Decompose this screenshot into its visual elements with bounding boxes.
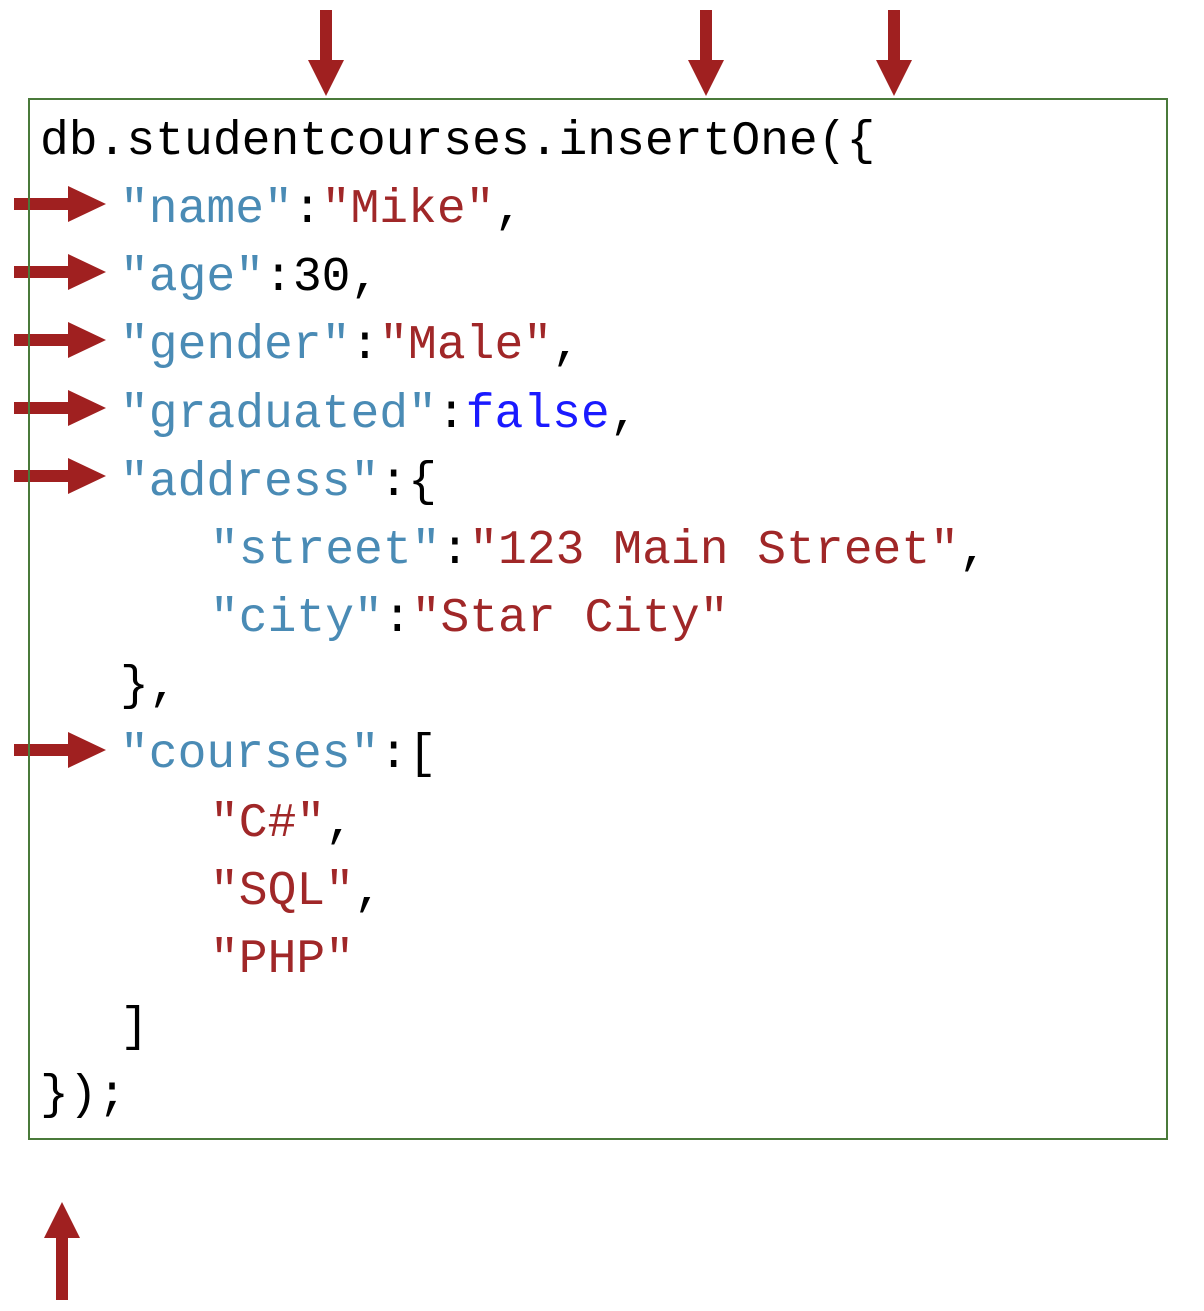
code-line-courses-open: "courses":[	[40, 721, 1156, 789]
code-line-course1: "C#",	[40, 790, 1156, 858]
code-line-address-close: },	[40, 653, 1156, 721]
code-line-course2: "SQL",	[40, 858, 1156, 926]
code-line-gender: "gender":"Male",	[40, 312, 1156, 380]
arrow-down-1	[304, 10, 348, 98]
code-line-address-open: "address":{	[40, 449, 1156, 517]
arrow-down-3	[872, 10, 916, 98]
code-line-age: "age":30,	[40, 244, 1156, 312]
arrow-down-2	[684, 10, 728, 98]
code-line-street: "street":"123 Main Street",	[40, 517, 1156, 585]
code-line-courses-close: ]	[40, 994, 1156, 1062]
code-block: db.studentcourses.insertOne({ "name":"Mi…	[28, 98, 1168, 1140]
code-line-graduated: "graduated":false,	[40, 381, 1156, 449]
code-line-course3: "PHP"	[40, 926, 1156, 994]
code-line-name: "name":"Mike",	[40, 176, 1156, 244]
arrow-up-1	[40, 1200, 84, 1300]
code-line-city: "city":"Star City"	[40, 585, 1156, 653]
code-line-end: });	[40, 1062, 1156, 1130]
code-line-insert: db.studentcourses.insertOne({	[40, 108, 1156, 176]
